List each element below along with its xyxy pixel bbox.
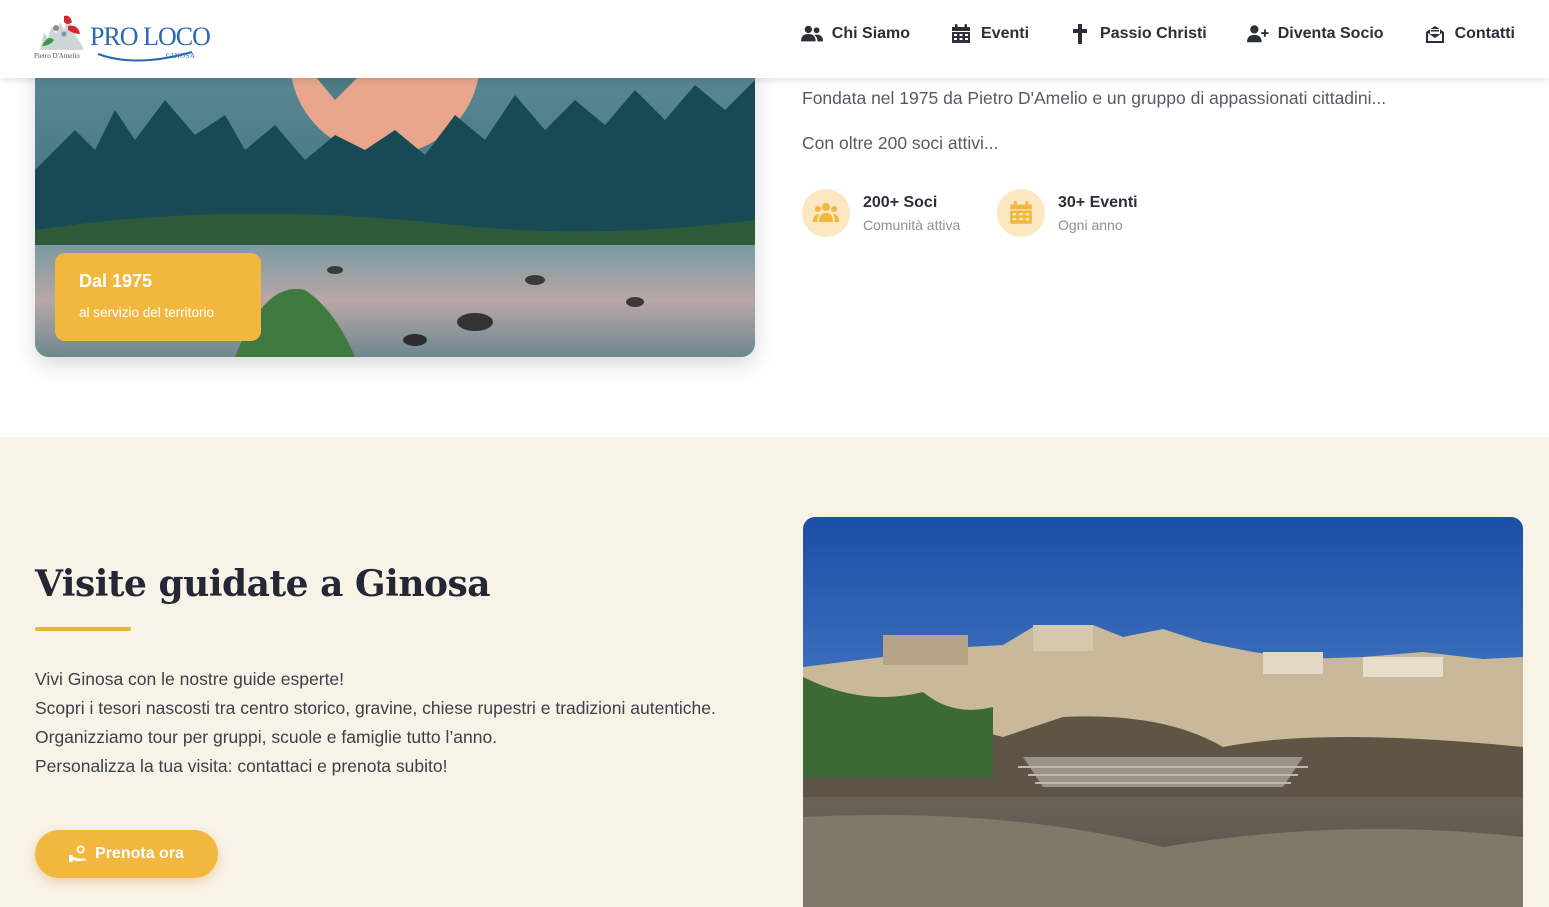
cross-icon — [1073, 24, 1088, 44]
stat-subtitle: Ogni anno — [1058, 216, 1123, 233]
nav-label: Chi Siamo — [831, 25, 911, 42]
tours-line: Organizziamo tour per gruppi, scuole e f… — [35, 727, 498, 747]
logo-subtitle: Pietro D'Amelio — [34, 52, 80, 60]
main-nav: Chi Siamo Eventi Passio Christi Diventa … — [800, 24, 1515, 44]
logo-emblem-icon — [40, 15, 84, 50]
hand-holding-icon — [69, 845, 87, 863]
user-plus-icon — [1246, 25, 1269, 43]
site-header: Pietro D'Amelio PRO LOCO GINOSA Chi Siam… — [0, 0, 1549, 78]
nav-item-eventi[interactable]: Eventi — [950, 24, 1029, 44]
stat-members: 200+ Soci Comunità attiva — [802, 189, 960, 237]
about-text: Fondata nel 1975 da Pietro D'Amelio e un… — [802, 86, 1522, 155]
book-now-button[interactable]: Prenota ora — [35, 830, 218, 878]
about-paragraph: Con oltre 200 soci attivi... — [802, 133, 999, 153]
since-1975-badge: Dal 1975 al servizio del territorio — [55, 253, 261, 341]
logo-brand-text: PRO LOCO — [90, 22, 211, 51]
calendar-icon — [997, 189, 1045, 237]
nav-label: Diventa Socio — [1277, 25, 1384, 42]
envelope-open-icon — [1425, 26, 1444, 43]
tours-title: Visite guidate a Ginosa — [35, 563, 491, 605]
nav-label: Eventi — [981, 25, 1030, 42]
ginosa-town-image — [803, 517, 1523, 907]
stat-title: 200+ Soci — [863, 193, 938, 211]
tours-description: Vivi Ginosa con le nostre guide esperte!… — [35, 665, 735, 781]
nav-item-diventa-socio[interactable]: Diventa Socio — [1246, 24, 1384, 44]
tours-line: Personalizza la tua visita: contattaci e… — [35, 756, 448, 776]
stat-events: 30+ Eventi Ogni anno — [997, 189, 1138, 237]
nav-item-passio-christi[interactable]: Passio Christi — [1069, 24, 1207, 44]
nav-item-contatti[interactable]: Contatti — [1424, 24, 1515, 44]
stat-title: 30+ Eventi — [1058, 193, 1138, 211]
book-now-label: Prenota ora — [95, 845, 184, 862]
users-icon — [802, 189, 850, 237]
nav-label: Passio Christi — [1100, 25, 1207, 42]
guided-tours-section: Visite guidate a Ginosa Vivi Ginosa con … — [0, 437, 1549, 907]
title-underline — [35, 627, 131, 631]
tours-line: Scopri i tesori nascosti tra centro stor… — [35, 698, 716, 718]
calendar-icon — [952, 24, 971, 43]
badge-subtitle: al servizio del territorio — [79, 305, 215, 320]
badge-title: Dal 1975 — [79, 271, 153, 291]
pro-loco-logo[interactable]: Pietro D'Amelio PRO LOCO GINOSA — [34, 12, 211, 66]
stat-subtitle: Comunità attiva — [863, 216, 961, 233]
nav-label: Contatti — [1454, 25, 1515, 42]
nav-item-chi-siamo[interactable]: Chi Siamo — [800, 24, 911, 44]
tours-line: Vivi Ginosa con le nostre guide esperte! — [35, 669, 345, 689]
logo-town-text: GINOSA — [166, 52, 196, 60]
about-paragraph: Fondata nel 1975 da Pietro D'Amelio e un… — [802, 88, 1387, 108]
users-icon — [800, 25, 823, 42]
